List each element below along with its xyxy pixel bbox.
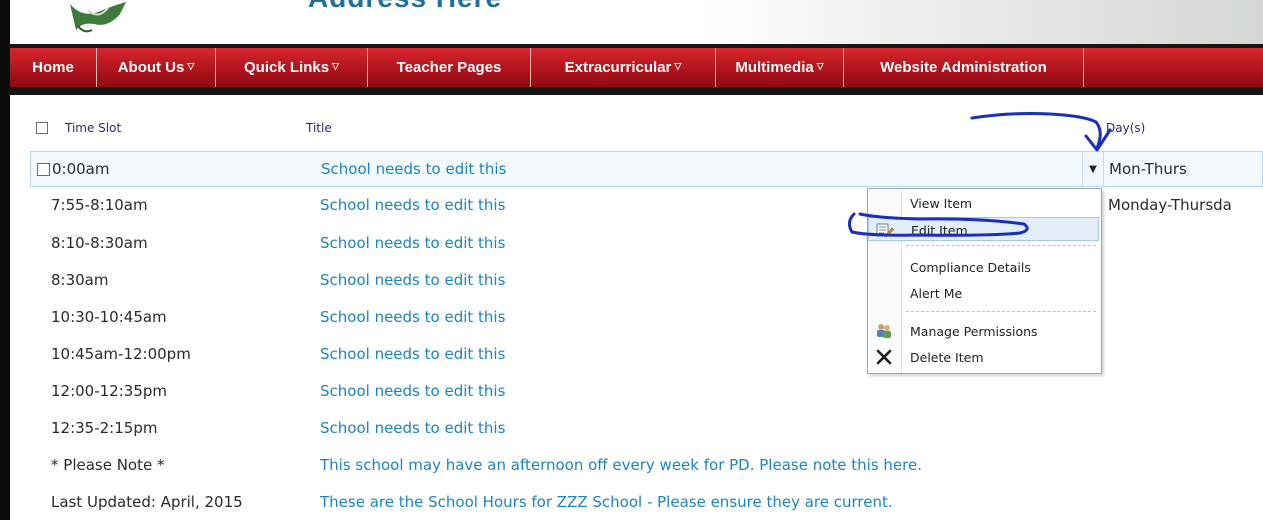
item-title-link[interactable]: School needs to edit this: [320, 419, 505, 437]
menu-separator: [906, 311, 1096, 312]
time-slot-cell: 10:45am-12:00pm: [51, 345, 191, 363]
select-all-checkbox[interactable]: [36, 122, 48, 134]
time-slot-cell: 12:35-2:15pm: [51, 419, 158, 437]
nav-item-label: Multimedia: [735, 59, 814, 76]
time-slot-cell: * Please Note *: [51, 456, 165, 474]
delete-icon: [874, 348, 894, 366]
menu-item-label: Alert Me: [910, 286, 963, 301]
item-title-link[interactable]: These are the School Hours for ZZZ Schoo…: [320, 493, 893, 511]
nav-item-about-us[interactable]: About Us ▽: [97, 48, 216, 87]
nav-item-label: Quick Links: [244, 59, 330, 76]
nav-item-label: About Us: [117, 59, 185, 76]
menu-item-label: Compliance Details: [910, 260, 1031, 275]
dropdown-caret-icon: ▽: [816, 61, 824, 71]
item-title-link[interactable]: School needs to edit this: [320, 234, 505, 252]
menu-item-compliance-details[interactable]: Compliance Details: [868, 255, 1099, 279]
column-header-title[interactable]: Title: [306, 121, 332, 135]
nav-item-multimedia[interactable]: Multimedia ▽: [716, 48, 844, 87]
row-select-checkbox[interactable]: [37, 163, 50, 176]
nav-bar: Home About Us ▽ Quick Links ▽ Teacher Pages Ex…: [10, 48, 1263, 87]
list-row[interactable]: 0:00am School needs to edit this ▼ Mon-Thur…: [30, 151, 1263, 187]
time-slot-cell: 12:00-12:35pm: [51, 382, 168, 400]
annotation-arrow-line: [970, 112, 1102, 150]
item-menu-dropdown-icon[interactable]: ▼: [1082, 152, 1104, 186]
column-header-days[interactable]: Day(s): [1106, 121, 1145, 135]
nav-item-label: Teacher Pages: [396, 59, 502, 76]
time-slot-cell: 8:30am: [51, 271, 109, 289]
menu-item-edit-item[interactable]: Edit Item: [868, 217, 1099, 241]
item-context-menu: View Item Edit Item Compliance Details Aler…: [867, 188, 1102, 374]
nav-item-extracurricular[interactable]: Extracurricular ▽: [531, 48, 716, 87]
column-header-time-slot[interactable]: Time Slot: [65, 121, 121, 135]
menu-item-manage-permissions[interactable]: Manage Permissions: [868, 319, 1099, 343]
nav-item-label: Extracurricular: [564, 59, 672, 76]
time-slot-cell: Last Updated: April, 2015: [51, 493, 243, 511]
page-left-border: [0, 0, 10, 520]
menu-item-label: Manage Permissions: [910, 324, 1038, 339]
menu-item-label: Delete Item: [910, 350, 984, 365]
list-row[interactable]: * Please Note * This school may have an a…: [30, 448, 1263, 484]
nav-item-label: Home: [32, 59, 74, 76]
item-title-link[interactable]: School needs to edit this: [320, 382, 505, 400]
list-row[interactable]: Last Updated: April, 2015 These are the S…: [30, 485, 1263, 521]
school-logo: [70, 2, 126, 33]
menu-item-alert-me[interactable]: Alert Me: [868, 281, 1099, 305]
dropdown-caret-icon: ▽: [332, 61, 339, 71]
list-row[interactable]: 12:00-12:35pm School needs to edit this: [30, 374, 1263, 410]
days-cell: Mon-Thurs: [1109, 160, 1187, 178]
item-title-link[interactable]: School needs to edit this: [320, 345, 505, 363]
site-banner: Address Here: [10, 0, 1263, 44]
list-row[interactable]: 12:35-2:15pm School needs to edit this: [30, 411, 1263, 447]
banner-address-text: Address Here: [308, 0, 502, 14]
nav-item-label: Website Administration: [880, 59, 1047, 76]
menu-separator: [906, 245, 1096, 246]
time-slot-cell: 0:00am: [52, 160, 110, 178]
item-title-link[interactable]: School needs to edit this: [320, 271, 505, 289]
dropdown-caret-icon: ▽: [674, 61, 682, 71]
manage-permissions-icon: [874, 322, 894, 340]
time-slot-cell: 10:30-10:45am: [51, 308, 167, 326]
menu-item-view-item[interactable]: View Item: [868, 191, 1099, 215]
time-slot-cell: 7:55-8:10am: [51, 196, 148, 214]
item-title-link[interactable]: School needs to edit this: [320, 308, 505, 326]
nav-item-home[interactable]: Home: [10, 48, 97, 87]
menu-item-label: Edit Item: [911, 223, 968, 238]
nav-item-website-administration[interactable]: Website Administration: [844, 48, 1084, 87]
dropdown-caret-icon: ▽: [187, 61, 195, 71]
item-title-link[interactable]: School needs to edit this: [321, 160, 506, 178]
item-title-link[interactable]: School needs to edit this: [320, 196, 505, 214]
item-title-link[interactable]: This school may have an afternoon off ev…: [320, 456, 922, 474]
days-cell: Monday-Thursda: [1108, 196, 1232, 214]
nav-item-teacher-pages[interactable]: Teacher Pages: [368, 48, 531, 87]
edit-item-icon: [875, 221, 895, 239]
time-slot-cell: 8:10-8:30am: [51, 234, 148, 252]
nav-item-quick-links[interactable]: Quick Links ▽: [216, 48, 368, 87]
menu-item-delete-item[interactable]: Delete Item: [868, 345, 1099, 369]
main-navigation: Home About Us ▽ Quick Links ▽ Teacher Pages Ex…: [10, 44, 1263, 95]
menu-item-label: View Item: [910, 196, 973, 211]
